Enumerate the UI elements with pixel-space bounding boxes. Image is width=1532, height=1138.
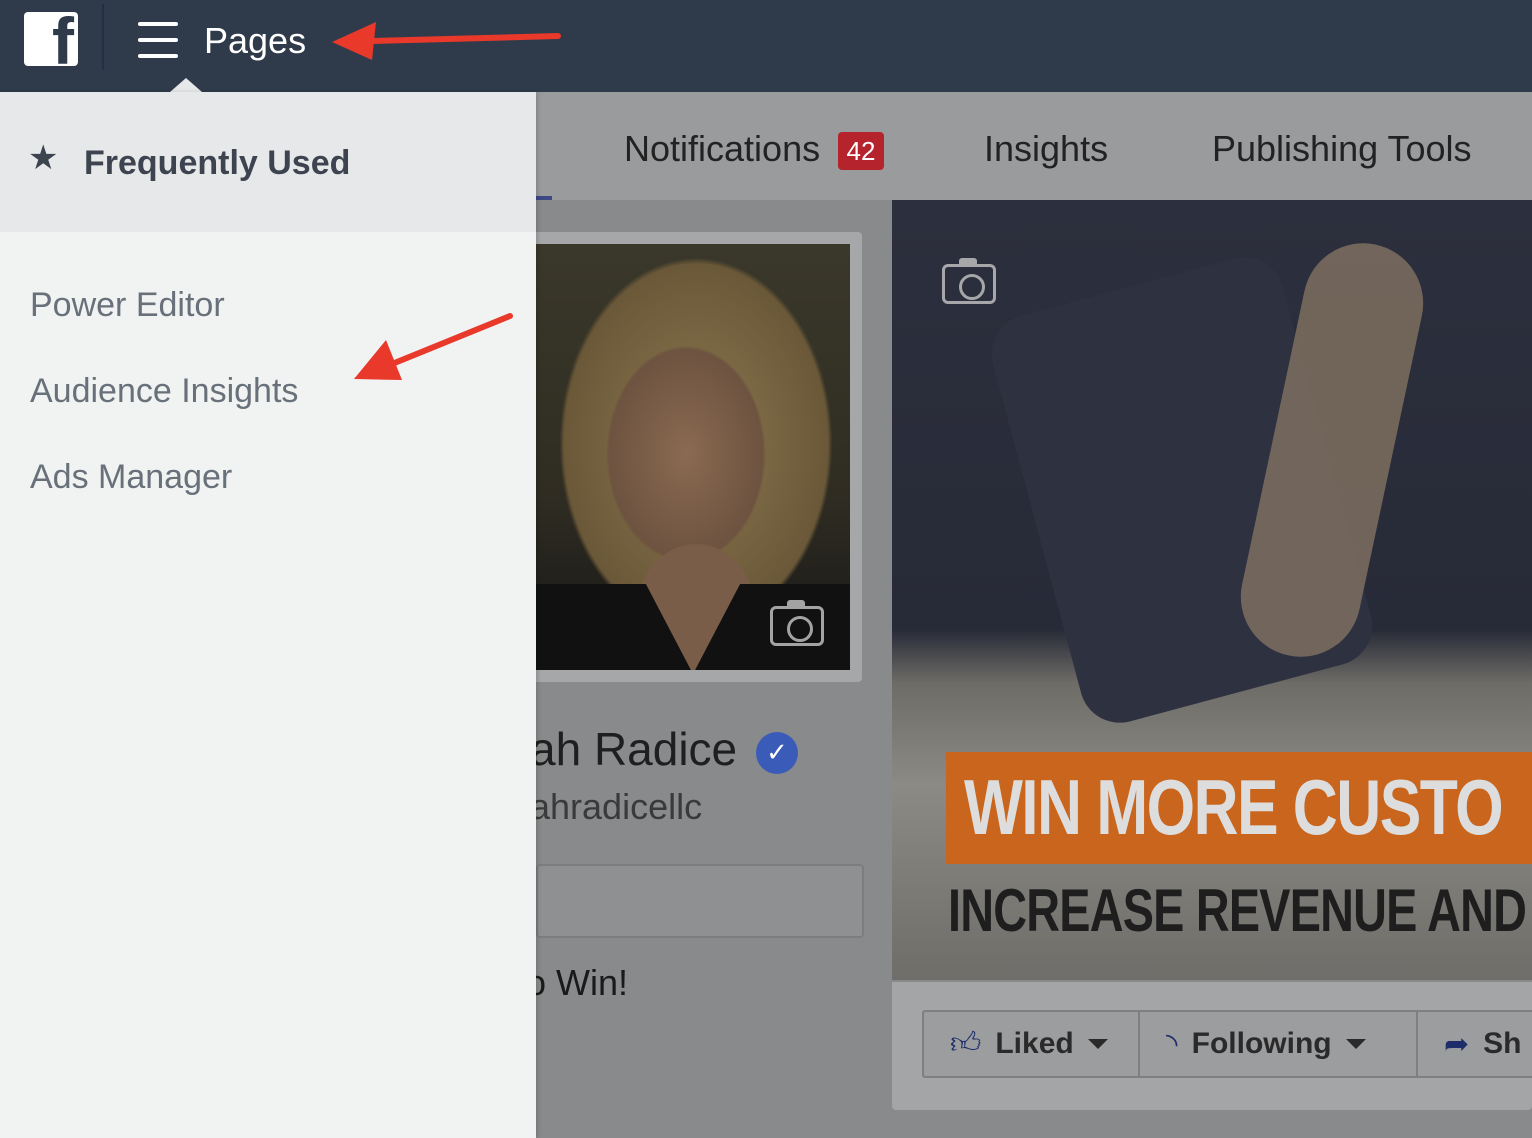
tab-publishing-tools[interactable]: Publishing Tools	[1212, 128, 1472, 170]
page-background: Notifications 42 Insights Publishing Too…	[536, 92, 1532, 1138]
menu-item-audience-insights[interactable]: Audience Insights	[30, 372, 298, 411]
topbar-divider	[102, 4, 104, 70]
hamburger-menu-icon[interactable]	[136, 20, 180, 60]
dropdown-caret	[170, 78, 202, 92]
liked-label: Liked	[995, 1027, 1074, 1060]
create-page-username-box[interactable]	[536, 864, 864, 938]
top-navigation-bar: f Pages	[0, 0, 1532, 92]
cover-photo[interactable]: WIN MORE CUSTO INCREASE REVENUE AND GA	[892, 200, 1532, 980]
cover-camera-icon[interactable]	[942, 258, 996, 304]
verified-badge-icon: ✓	[756, 732, 798, 774]
chevron-down-icon	[1087, 1039, 1108, 1049]
tab-insights[interactable]: Insights	[984, 128, 1108, 170]
cover-headline: WIN MORE CUSTO	[964, 763, 1504, 851]
page-actions-bar: 👍︎ Liked ◝ Following ➦ Sh	[892, 982, 1532, 1110]
thumbs-up-icon: 👍︎	[950, 1026, 982, 1061]
notifications-count-badge: 42	[838, 132, 884, 170]
following-button[interactable]: ◝ Following	[1138, 1012, 1416, 1076]
liked-button[interactable]: 👍︎ Liked	[924, 1012, 1138, 1076]
action-button-group: 👍︎ Liked ◝ Following ➦ Sh	[922, 1010, 1532, 1078]
pages-menu-title[interactable]: Pages	[204, 20, 306, 62]
active-tab-indicator	[536, 196, 552, 200]
profile-picture[interactable]	[536, 244, 850, 670]
star-icon: ★	[28, 138, 59, 178]
page-about-text: o Win!	[536, 962, 629, 1003]
chevron-down-icon	[1345, 1039, 1366, 1049]
page-tabs-bar: Notifications 42 Insights Publishing Too…	[536, 92, 1532, 200]
rss-icon: ◝	[1166, 1026, 1178, 1062]
menu-item-power-editor[interactable]: Power Editor	[30, 286, 225, 325]
menu-item-ads-manager[interactable]: Ads Manager	[30, 458, 232, 497]
page-name: ah Radice	[536, 723, 738, 775]
facebook-logo-icon[interactable]: f	[24, 12, 78, 66]
share-label: Sh	[1483, 1027, 1522, 1060]
tab-notifications[interactable]: Notifications	[624, 128, 820, 170]
frequently-used-title: Frequently Used	[84, 144, 351, 182]
share-button[interactable]: ➦ Sh	[1416, 1012, 1532, 1076]
camera-icon[interactable]	[770, 600, 824, 646]
share-arrow-icon: ➦	[1444, 1026, 1470, 1062]
following-label: Following	[1191, 1027, 1332, 1060]
pages-dropdown-menu: ★ Frequently Used Power Editor Audience …	[0, 92, 536, 1138]
frequently-used-header: ★ Frequently Used	[0, 92, 536, 232]
cover-subheadline: INCREASE REVENUE AND GA	[948, 877, 1532, 944]
page-username[interactable]: ahradicellc	[536, 786, 702, 828]
